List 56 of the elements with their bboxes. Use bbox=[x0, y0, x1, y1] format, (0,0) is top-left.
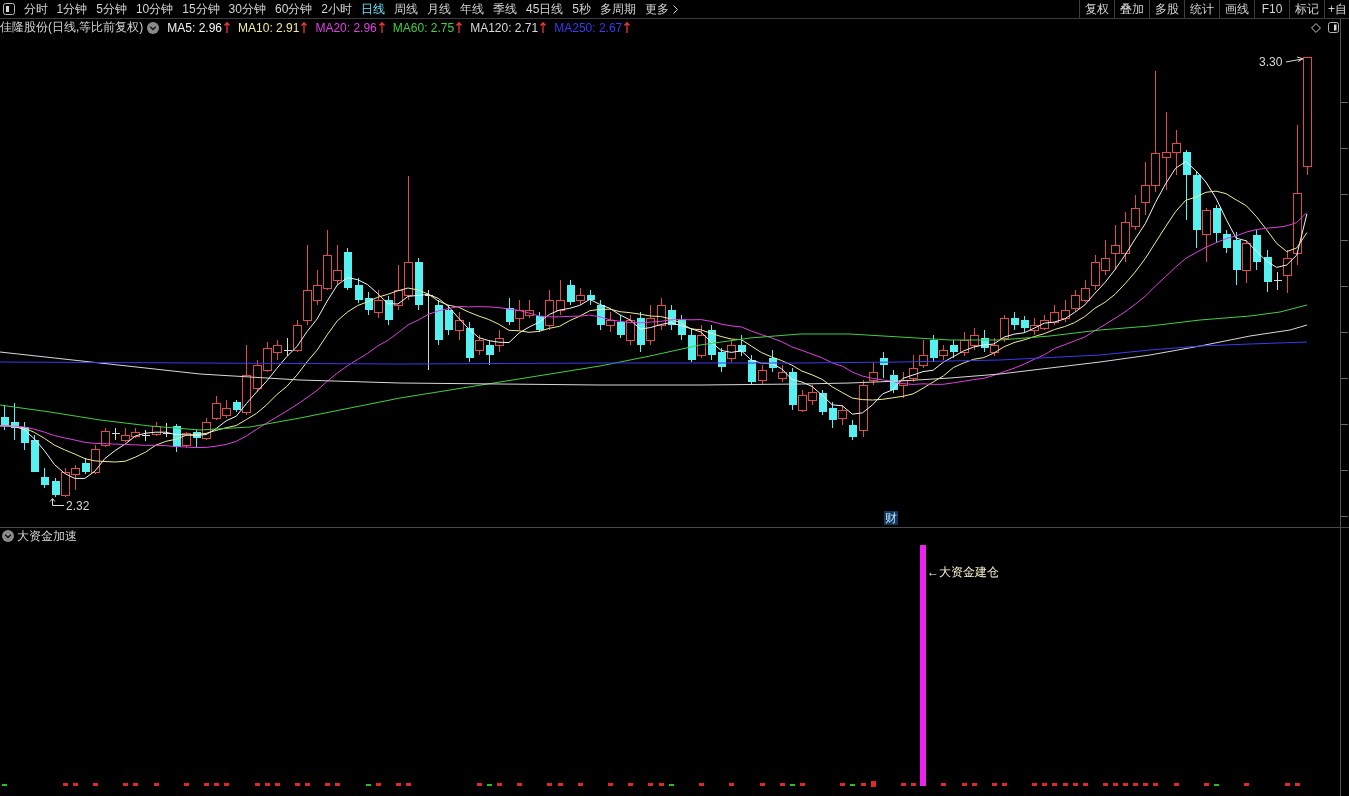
up-arrow-icon bbox=[540, 22, 547, 33]
toolbar-button[interactable]: 叠加 bbox=[1114, 0, 1149, 18]
period-tab[interactable]: 5秒 bbox=[567, 0, 596, 18]
period-tab[interactable]: 45日线 bbox=[521, 0, 568, 18]
moving-average-value: MA60: 2.75 bbox=[392, 20, 455, 35]
high-price-label: 3.30 bbox=[1259, 55, 1283, 69]
doji-candle bbox=[162, 422, 171, 438]
moving-average-value: MA5: 2.96 bbox=[167, 20, 223, 35]
moving-average-value: MA20: 2.96 bbox=[315, 20, 377, 35]
period-tab[interactable]: 30分钟 bbox=[224, 0, 271, 18]
diamond-icon[interactable] bbox=[1311, 22, 1321, 33]
indicator-title: 大资金加速 bbox=[17, 527, 77, 545]
moving-average-value: MA120: 2.71 bbox=[470, 20, 539, 35]
toolbar-button[interactable]: 画线 bbox=[1219, 0, 1254, 18]
leader-arrow bbox=[49, 498, 65, 506]
toolbar-button[interactable]: 多股 bbox=[1149, 0, 1184, 18]
doji-candle bbox=[1273, 271, 1282, 291]
finance-badge[interactable]: 财 bbox=[884, 511, 898, 525]
chevron-down-icon[interactable] bbox=[147, 21, 160, 34]
moving-average-value: MA250: 2.67 bbox=[554, 20, 623, 35]
up-arrow-icon bbox=[301, 22, 308, 33]
period-tab[interactable]: 分时 bbox=[19, 0, 52, 18]
up-arrow-icon bbox=[456, 22, 463, 33]
up-arrow-icon bbox=[224, 22, 231, 33]
period-tab[interactable]: 2小时 bbox=[316, 0, 357, 18]
period-tab[interactable]: 5分钟 bbox=[91, 0, 132, 18]
low-price-label: 2.32 bbox=[66, 499, 90, 513]
doji-candle bbox=[111, 427, 120, 441]
period-tab[interactable]: 季线 bbox=[488, 0, 522, 18]
chevron-down-icon[interactable] bbox=[2, 530, 14, 542]
panel-toggle-icon[interactable] bbox=[1328, 22, 1339, 33]
doji-candle bbox=[141, 429, 150, 442]
more-dropdown[interactable]: 更多 bbox=[640, 0, 683, 18]
toolbar-button[interactable]: +自 bbox=[1324, 0, 1349, 18]
panel-toggle-icon[interactable] bbox=[3, 3, 15, 15]
toolbar-button[interactable]: F10 bbox=[1254, 0, 1289, 18]
period-tab[interactable]: 10分钟 bbox=[131, 0, 178, 18]
period-tab[interactable]: 1分钟 bbox=[52, 0, 92, 18]
signal-annotation: ←大资金建仓 bbox=[927, 565, 999, 579]
period-tab[interactable]: 周线 bbox=[389, 0, 423, 18]
up-arrow-icon bbox=[624, 22, 631, 33]
doji-candle bbox=[283, 337, 292, 357]
toolbar-button[interactable]: 复权 bbox=[1079, 0, 1114, 18]
period-tab[interactable]: 日线 bbox=[356, 0, 390, 18]
period-tab[interactable]: 年线 bbox=[455, 0, 489, 18]
period-tab[interactable]: 多周期 bbox=[595, 0, 641, 18]
chevron-right-icon bbox=[673, 4, 679, 14]
toolbar-button[interactable]: 标记 bbox=[1289, 0, 1324, 18]
period-tab[interactable]: 60分钟 bbox=[270, 0, 317, 18]
up-arrow-icon bbox=[378, 22, 385, 33]
leader-arrow bbox=[1285, 56, 1304, 63]
period-tab[interactable]: 15分钟 bbox=[177, 0, 225, 18]
period-tab[interactable]: 月线 bbox=[422, 0, 456, 18]
moving-average-value: MA10: 2.91 bbox=[238, 20, 300, 35]
toolbar-button[interactable]: 统计 bbox=[1184, 0, 1219, 18]
stock-title: 佳隆股份(日线,等比前复权) bbox=[0, 19, 144, 36]
